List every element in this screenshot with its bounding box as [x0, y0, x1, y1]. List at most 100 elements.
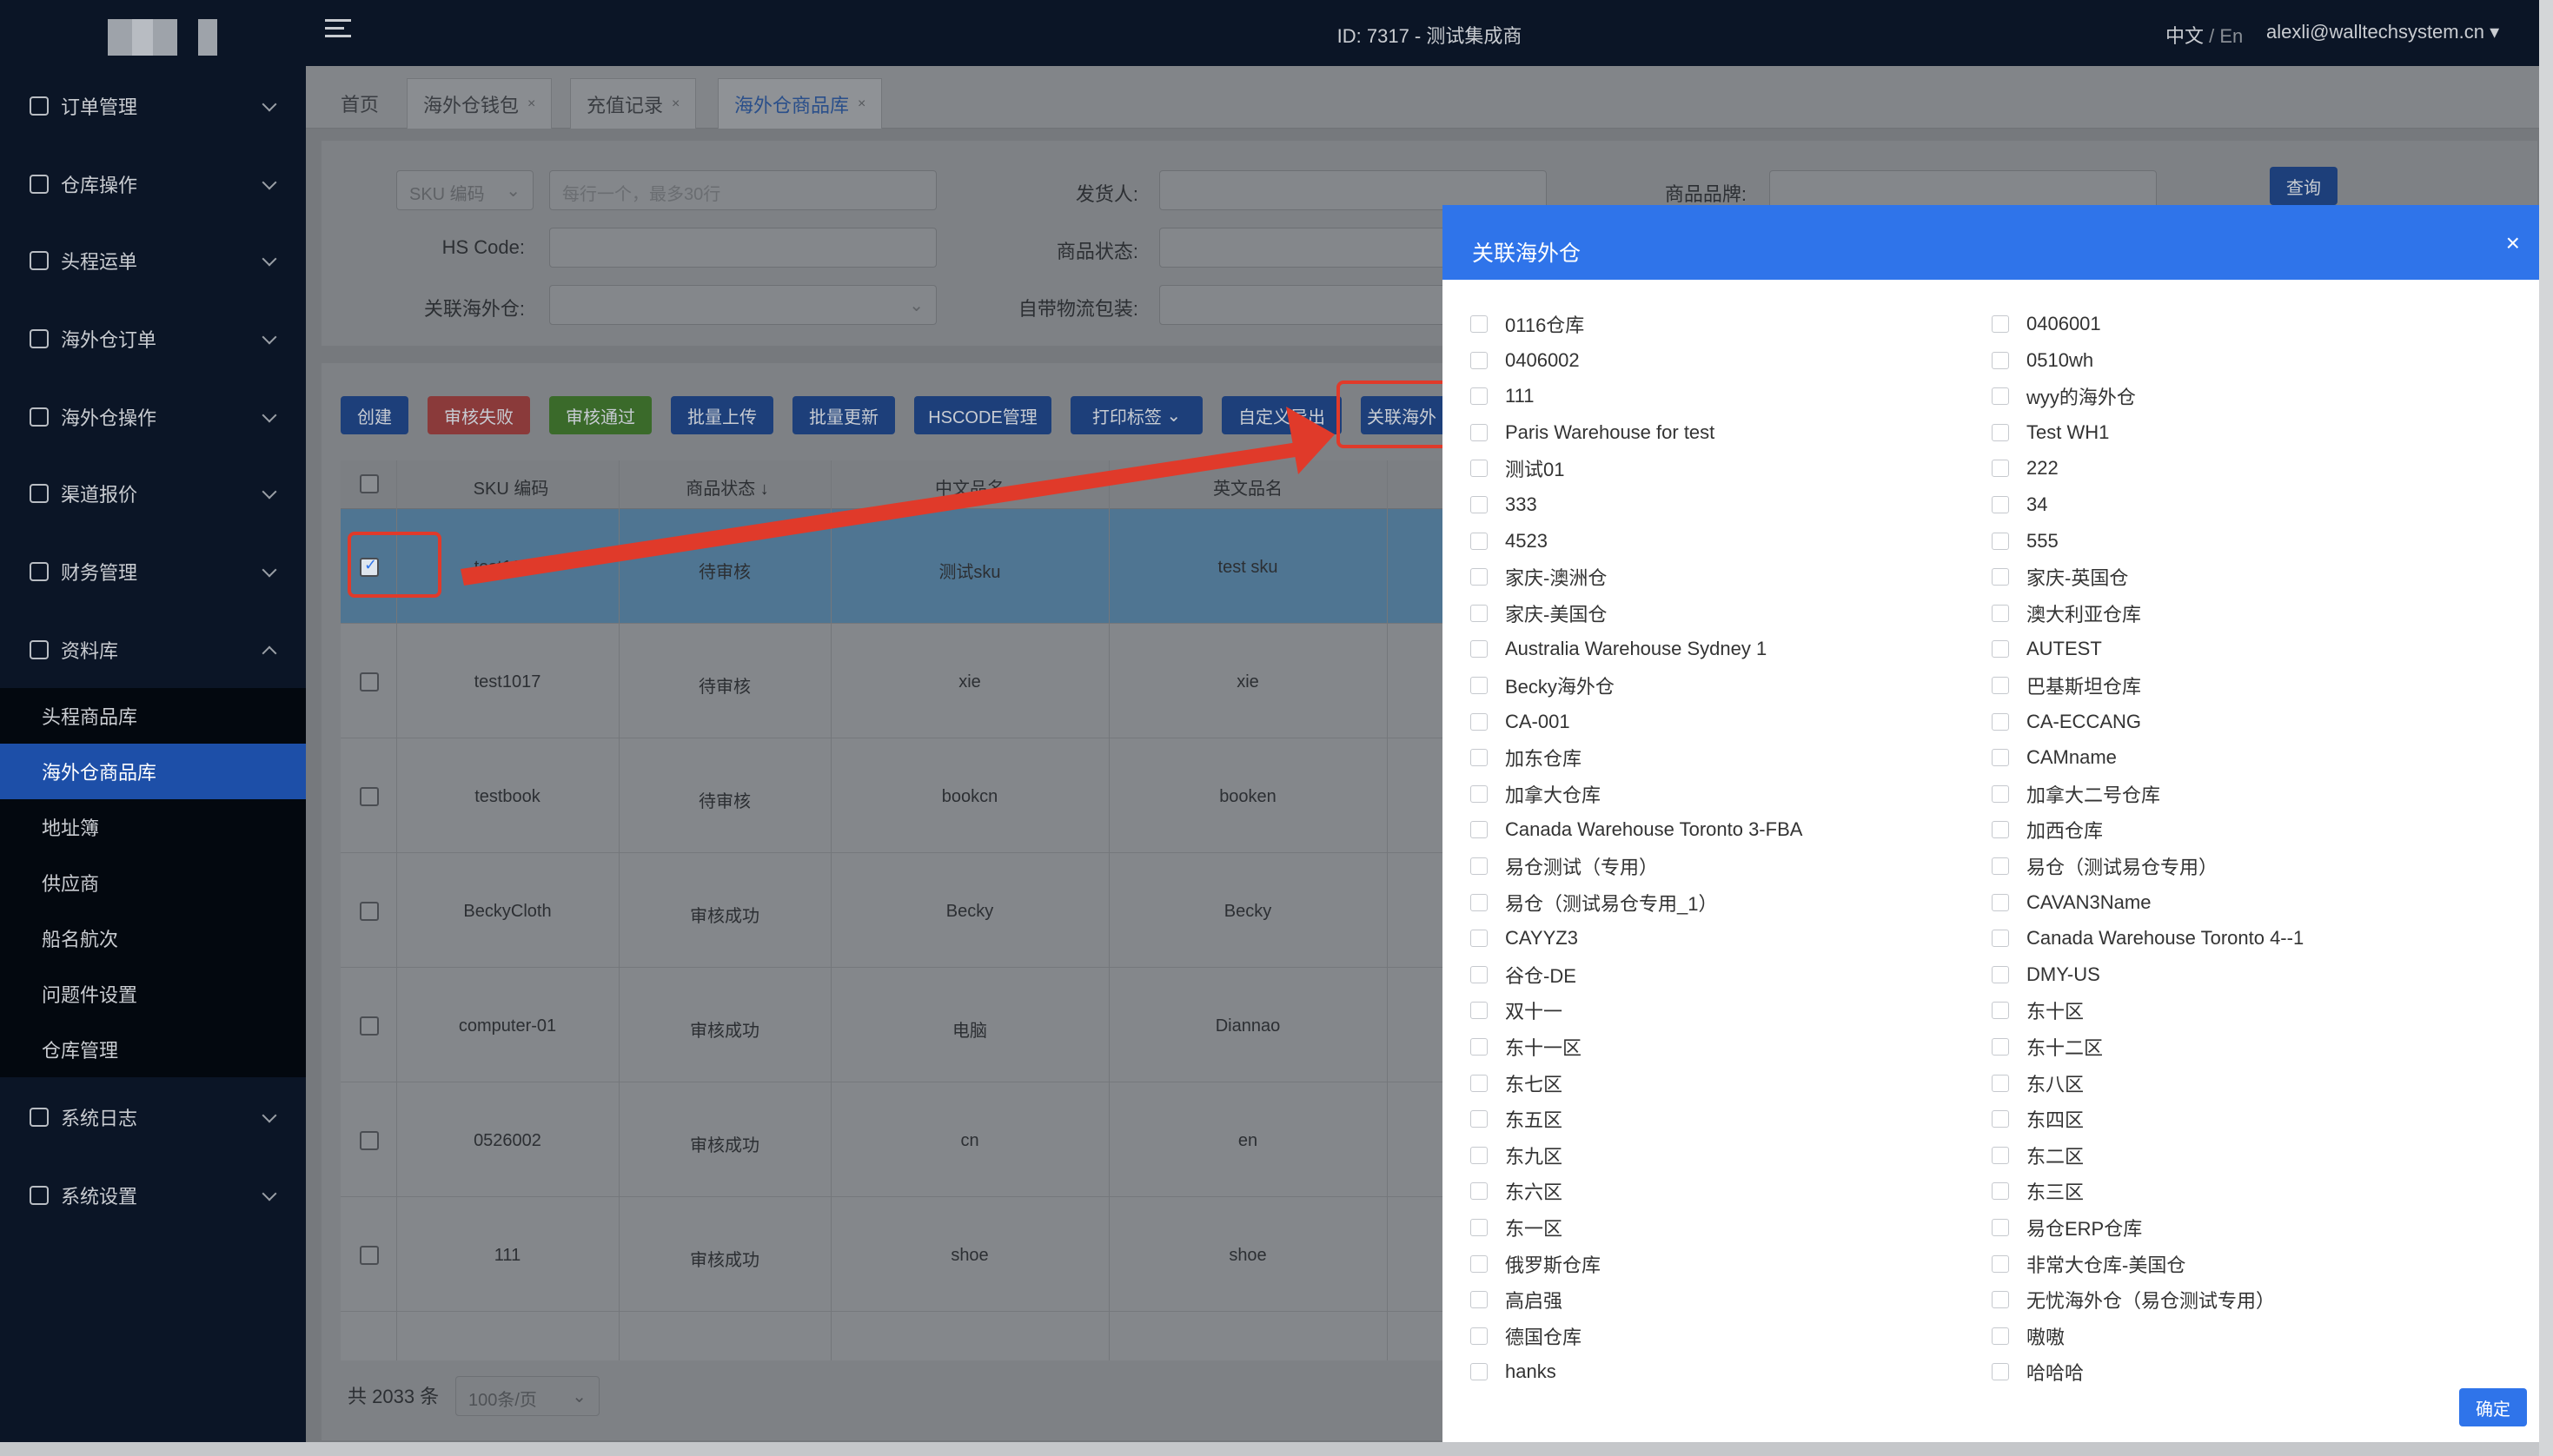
option-checkbox[interactable]	[1992, 1219, 2009, 1236]
option-checkbox[interactable]	[1992, 712, 2009, 731]
warehouse-option[interactable]: 东九区	[1470, 1142, 1562, 1168]
close-icon[interactable]: ×	[2506, 229, 2520, 257]
warehouse-option[interactable]: DMY-US	[1992, 962, 2100, 988]
option-checkbox[interactable]	[1470, 532, 1488, 550]
option-checkbox[interactable]	[1992, 1182, 2009, 1201]
option-checkbox[interactable]	[1470, 930, 1488, 948]
option-checkbox[interactable]	[1470, 712, 1488, 731]
warehouse-option[interactable]: 测试01	[1470, 455, 1564, 481]
confirm-button[interactable]: 确定	[2459, 1388, 2527, 1426]
option-checkbox[interactable]	[1992, 965, 2009, 983]
option-checkbox[interactable]	[1470, 387, 1488, 406]
warehouse-option[interactable]: CA-ECCANG	[1992, 709, 2141, 735]
warehouse-option[interactable]: 0406002	[1470, 347, 1580, 374]
option-checkbox[interactable]	[1992, 496, 2009, 513]
option-checkbox[interactable]	[1470, 784, 1488, 803]
option-checkbox[interactable]	[1470, 351, 1488, 369]
option-checkbox[interactable]	[1992, 1074, 2009, 1092]
warehouse-option[interactable]: 东七区	[1470, 1070, 1562, 1096]
option-checkbox[interactable]	[1992, 351, 2009, 369]
option-checkbox[interactable]	[1470, 677, 1488, 694]
warehouse-option[interactable]: 谷仓-DE	[1470, 962, 1576, 988]
warehouse-option[interactable]: 易仓ERP仓库	[1992, 1214, 2142, 1241]
option-checkbox[interactable]	[1470, 893, 1488, 911]
option-checkbox[interactable]	[1470, 1327, 1488, 1345]
warehouse-option[interactable]: 东五区	[1470, 1106, 1562, 1132]
warehouse-option[interactable]: CA-001	[1470, 709, 1570, 735]
option-checkbox[interactable]	[1992, 1291, 2009, 1309]
warehouse-option[interactable]: 高启强	[1470, 1287, 1562, 1313]
warehouse-option[interactable]: 4523	[1470, 528, 1548, 554]
option-checkbox[interactable]	[1992, 1146, 2009, 1164]
warehouse-option[interactable]: 34	[1992, 492, 2047, 518]
option-checkbox[interactable]	[1470, 1219, 1488, 1236]
warehouse-option[interactable]: Canada Warehouse Toronto 3-FBA	[1470, 817, 1802, 843]
option-checkbox[interactable]	[1992, 532, 2009, 550]
warehouse-option[interactable]: 德国仓库	[1470, 1323, 1582, 1349]
warehouse-option[interactable]: 嗷嗷	[1992, 1323, 2065, 1349]
warehouse-option[interactable]: Test WH1	[1992, 420, 2109, 446]
option-checkbox[interactable]	[1992, 604, 2009, 622]
option-checkbox[interactable]	[1470, 749, 1488, 767]
warehouse-option[interactable]: 加西仓库	[1992, 817, 2103, 843]
warehouse-option[interactable]: 加拿大二号仓库	[1992, 781, 2160, 807]
warehouse-option[interactable]: Canada Warehouse Toronto 4--1	[1992, 925, 2304, 951]
option-checkbox[interactable]	[1992, 857, 2009, 875]
option-checkbox[interactable]	[1992, 749, 2009, 767]
warehouse-option[interactable]: 易仓（测试易仓专用_1）	[1470, 890, 1717, 916]
option-checkbox[interactable]	[1470, 857, 1488, 875]
option-checkbox[interactable]	[1470, 460, 1488, 478]
option-checkbox[interactable]	[1992, 640, 2009, 659]
option-checkbox[interactable]	[1470, 315, 1488, 333]
warehouse-option[interactable]: 333	[1470, 492, 1537, 518]
warehouse-option[interactable]: 家庆-英国仓	[1992, 564, 2128, 590]
option-checkbox[interactable]	[1992, 930, 2009, 948]
warehouse-option[interactable]: 俄罗斯仓库	[1470, 1251, 1601, 1277]
warehouse-option[interactable]: 家庆-美国仓	[1470, 600, 1607, 626]
warehouse-option[interactable]: 555	[1992, 528, 2059, 554]
warehouse-option[interactable]: AUTEST	[1992, 636, 2102, 662]
option-checkbox[interactable]	[1470, 1074, 1488, 1092]
option-checkbox[interactable]	[1470, 1002, 1488, 1020]
option-checkbox[interactable]	[1992, 568, 2009, 586]
warehouse-option[interactable]: 东十二区	[1992, 1034, 2103, 1060]
warehouse-option[interactable]: 东一区	[1470, 1214, 1562, 1241]
option-checkbox[interactable]	[1992, 460, 2009, 478]
warehouse-option[interactable]: 巴基斯坦仓库	[1992, 672, 2141, 698]
option-checkbox[interactable]	[1470, 1110, 1488, 1128]
option-checkbox[interactable]	[1992, 1327, 2009, 1345]
warehouse-option[interactable]: 东六区	[1470, 1178, 1562, 1204]
warehouse-option[interactable]: 东四区	[1992, 1106, 2084, 1132]
option-checkbox[interactable]	[1470, 1254, 1488, 1273]
warehouse-option[interactable]: 222	[1992, 455, 2059, 481]
warehouse-option[interactable]: Becky海外仓	[1470, 672, 1615, 698]
warehouse-option[interactable]: 东八区	[1992, 1070, 2084, 1096]
warehouse-option[interactable]: 双十一	[1470, 997, 1562, 1023]
option-checkbox[interactable]	[1470, 1146, 1488, 1164]
warehouse-option[interactable]: 非常大仓库-美国仓	[1992, 1251, 2185, 1277]
option-checkbox[interactable]	[1470, 1363, 1488, 1381]
option-checkbox[interactable]	[1992, 1363, 2009, 1381]
option-checkbox[interactable]	[1470, 496, 1488, 513]
option-checkbox[interactable]	[1992, 1002, 2009, 1020]
option-checkbox[interactable]	[1470, 568, 1488, 586]
option-checkbox[interactable]	[1992, 893, 2009, 911]
warehouse-option[interactable]: 0406001	[1992, 311, 2101, 337]
option-checkbox[interactable]	[1470, 965, 1488, 983]
option-checkbox[interactable]	[1470, 640, 1488, 659]
warehouse-option[interactable]: CAYYZ3	[1470, 925, 1578, 951]
warehouse-option[interactable]: 加东仓库	[1470, 745, 1582, 771]
warehouse-option[interactable]: 澳大利亚仓库	[1992, 600, 2141, 626]
option-checkbox[interactable]	[1992, 1254, 2009, 1273]
option-checkbox[interactable]	[1992, 677, 2009, 694]
warehouse-option[interactable]: 东三区	[1992, 1178, 2084, 1204]
warehouse-option[interactable]: hanks	[1470, 1359, 1556, 1385]
warehouse-option[interactable]: 加拿大仓库	[1470, 781, 1601, 807]
option-checkbox[interactable]	[1470, 821, 1488, 839]
option-checkbox[interactable]	[1992, 784, 2009, 803]
warehouse-option[interactable]: 0510wh	[1992, 347, 2093, 374]
option-checkbox[interactable]	[1992, 387, 2009, 406]
option-checkbox[interactable]	[1470, 1291, 1488, 1309]
option-checkbox[interactable]	[1470, 604, 1488, 622]
warehouse-option[interactable]: CAMname	[1992, 745, 2117, 771]
